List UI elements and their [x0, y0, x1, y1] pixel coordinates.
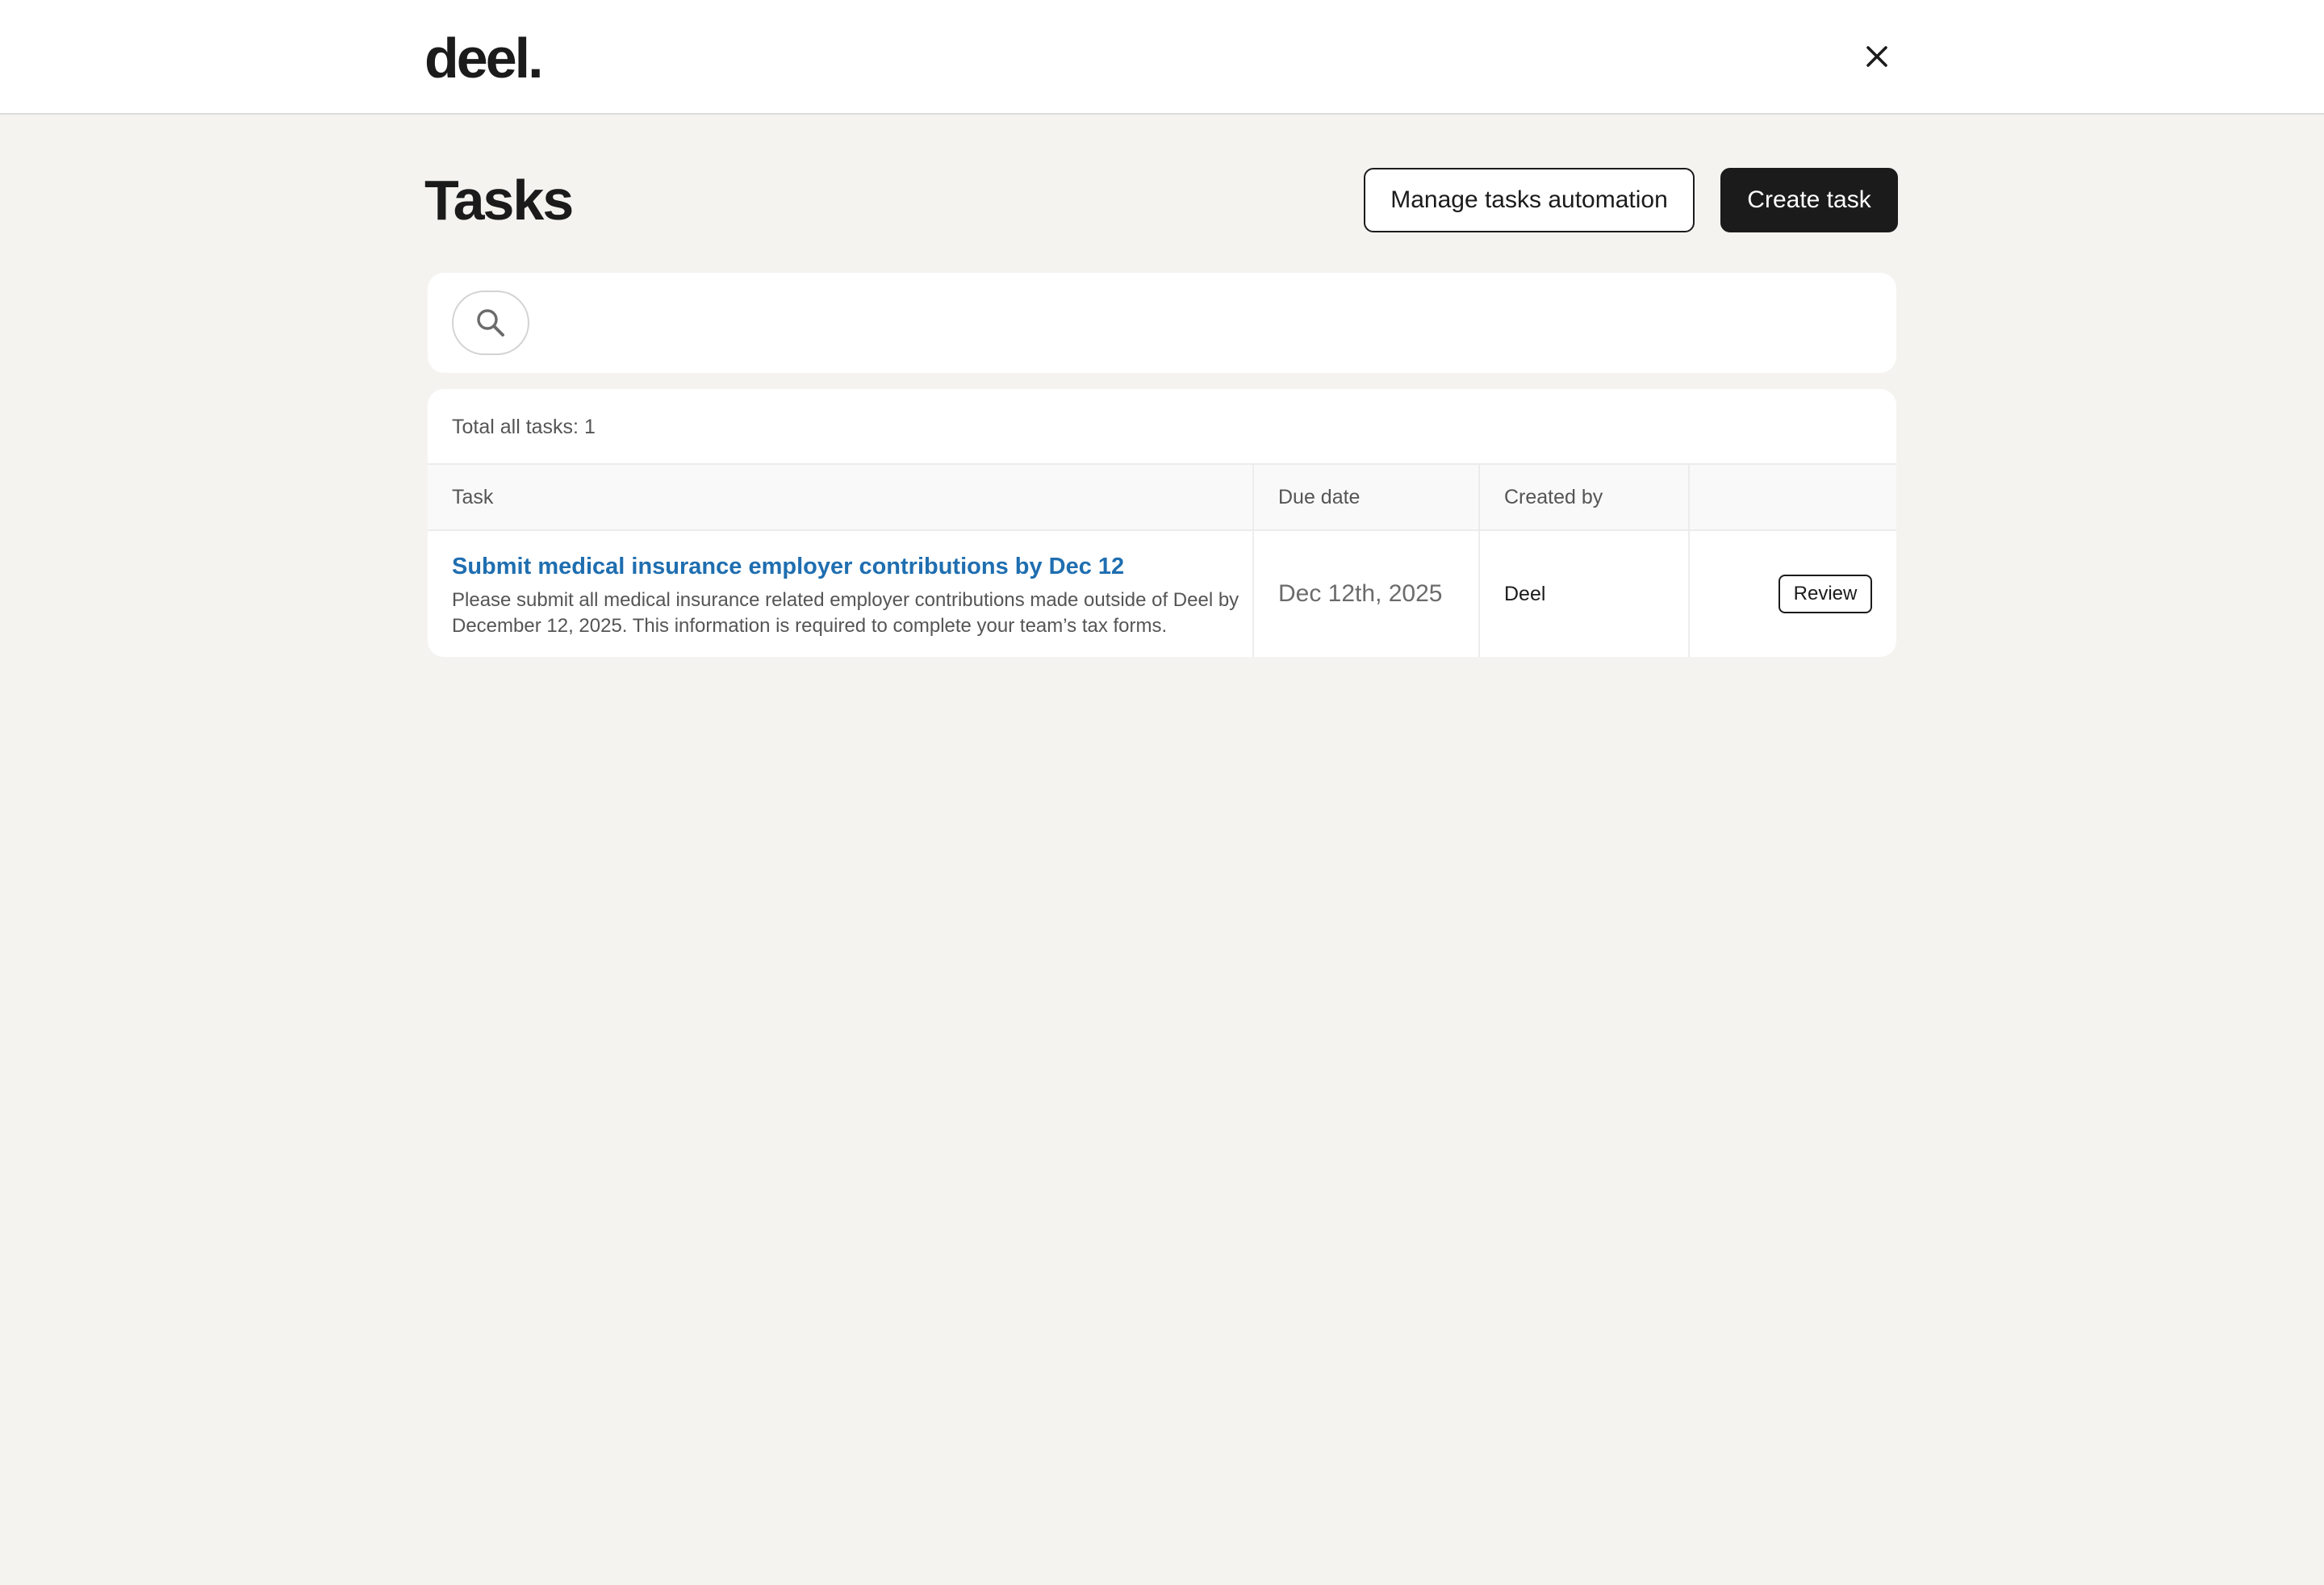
total-tasks-bar: Total all tasks: 1 [428, 389, 1896, 465]
create-task-button[interactable]: Create task [1720, 168, 1898, 232]
total-tasks-count: Total all tasks: 1 [452, 416, 596, 438]
search-icon [477, 309, 504, 337]
task-due-date: Dec 12th, 2025 [1278, 580, 1443, 607]
task-title-link[interactable]: Submit medical insurance employer contri… [452, 552, 1124, 581]
task-created-by: Deel [1504, 582, 1546, 605]
review-button[interactable]: Review [1779, 575, 1872, 613]
column-header-task[interactable]: Task [452, 465, 493, 529]
tasks-table: Total all tasks: 1 Task Due date Created… [428, 389, 1896, 657]
table-row[interactable]: Submit medical insurance employer contri… [428, 531, 1896, 657]
search-input[interactable] [541, 291, 1872, 355]
top-bar: deel. [0, 0, 2324, 115]
task-description: Please submit all medical insurance rela… [452, 589, 1239, 637]
search-button[interactable] [452, 291, 529, 355]
close-icon[interactable] [1861, 40, 1893, 73]
column-header-due-date[interactable]: Due date [1278, 465, 1360, 529]
table-header: Task Due date Created by [428, 465, 1896, 531]
search-card [428, 273, 1896, 373]
page-title: Tasks [424, 169, 574, 232]
manage-tasks-automation-button[interactable]: Manage tasks automation [1364, 168, 1695, 232]
deel-logo[interactable]: deel. [424, 24, 544, 92]
close-icon-glyph [1866, 46, 1887, 67]
column-header-created-by[interactable]: Created by [1504, 465, 1603, 529]
